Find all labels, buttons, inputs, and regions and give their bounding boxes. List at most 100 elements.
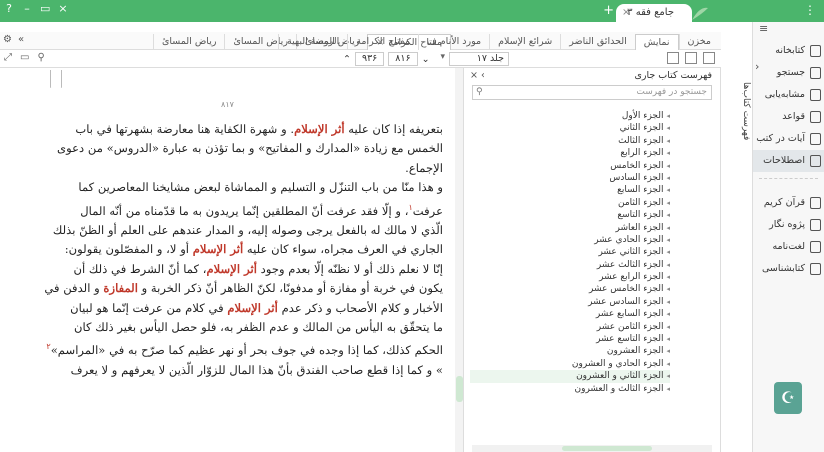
help-icon[interactable]: ?: [4, 2, 14, 15]
catalog-item[interactable]: ◂الجزء الرابع عشر: [470, 271, 670, 283]
expand-triangle-icon[interactable]: ◂: [666, 174, 670, 182]
sidebar-tool-item[interactable]: کتابشناسی: [753, 258, 824, 280]
catalog-item[interactable]: ◂الجزء الخامس: [470, 160, 670, 172]
volume-select[interactable]: جلد ۱۷: [449, 52, 509, 66]
double-chevron-icon[interactable]: «: [18, 34, 24, 45]
catalog-item[interactable]: ◂الجزء الثالث: [470, 135, 670, 147]
expand-triangle-icon[interactable]: ◂: [666, 186, 670, 194]
scroll-thumb[interactable]: [562, 446, 652, 451]
catalog-item[interactable]: ◂الجزء الخامس عشر: [470, 283, 670, 295]
hamburger-icon[interactable]: ≡: [753, 22, 824, 40]
catalog-item[interactable]: ◂الجزء العاشر: [470, 222, 670, 234]
expand-icon[interactable]: ⤢: [4, 52, 12, 63]
expand-triangle-icon[interactable]: ◂: [666, 335, 670, 343]
catalog-item[interactable]: ◂الجزء السادس عشر: [470, 296, 670, 308]
sidebar-item[interactable]: مشابه‌یابی: [753, 84, 824, 106]
sidebar-item-icon: [810, 155, 821, 167]
expand-triangle-icon[interactable]: ◂: [666, 347, 670, 355]
expand-triangle-icon[interactable]: ◂: [666, 372, 670, 380]
catalog-item[interactable]: ◂الجزء الثاني عشر: [470, 246, 670, 258]
sidebar-item[interactable]: کتابخانه: [753, 40, 824, 62]
expand-triangle-icon[interactable]: ◂: [666, 261, 670, 269]
scroll-thumb[interactable]: [456, 376, 463, 402]
tab-panel[interactable]: مخزن: [678, 34, 719, 50]
sidebar-item[interactable]: آیات در کتب: [753, 128, 824, 150]
catalog-item[interactable]: ◂الجزء السابع: [470, 184, 670, 196]
page-up-icon[interactable]: ⌃: [343, 54, 351, 65]
window-tab[interactable]: جامع فقه ۳ ×: [616, 4, 708, 22]
expand-triangle-icon[interactable]: ◂: [666, 224, 670, 232]
catalog-item[interactable]: ◂الجزء الرابع: [470, 147, 670, 159]
catalog-item[interactable]: ◂الجزء الثامن عشر: [470, 321, 670, 333]
expand-triangle-icon[interactable]: ◂: [666, 149, 670, 157]
expand-triangle-icon[interactable]: ◂: [666, 124, 670, 132]
expand-triangle-icon[interactable]: ◂: [666, 112, 670, 120]
expand-triangle-icon[interactable]: ◂: [666, 285, 670, 293]
list-view-icon[interactable]: [703, 52, 715, 64]
catalog-item[interactable]: ◂الجزء الثاني: [470, 122, 670, 134]
tab-panel[interactable]: مفتاح الكرامة: [347, 34, 418, 50]
tab-panel[interactable]: الحدائق الناضر: [560, 34, 634, 50]
catalog-item[interactable]: ◂الجزء التاسع: [470, 209, 670, 221]
sidebar-item[interactable]: جستجو: [753, 62, 824, 84]
split-view-icon[interactable]: [667, 52, 679, 64]
expand-triangle-icon[interactable]: ◂: [666, 211, 670, 219]
document-scrollbar[interactable]: [455, 68, 464, 452]
page-view-icon[interactable]: [685, 52, 697, 64]
minimize-button[interactable]: –: [22, 2, 32, 15]
volume-dropdown-icon[interactable]: ▾: [440, 52, 445, 62]
expand-triangle-icon[interactable]: ◂: [666, 162, 670, 170]
expand-triangle-icon[interactable]: ◂: [666, 385, 670, 393]
sidebar-item[interactable]: اصطلاحات: [753, 150, 824, 172]
text-segment: و الدفن في: [44, 281, 104, 296]
expand-triangle-icon[interactable]: ◂: [666, 199, 670, 207]
expand-triangle-icon[interactable]: ◂: [666, 360, 670, 368]
catalog-hscrollbar[interactable]: [472, 445, 712, 452]
catalog-item[interactable]: ◂الجزء الثامن: [470, 197, 670, 209]
page-down-icon[interactable]: ⌄: [422, 54, 430, 65]
close-panel-icon[interactable]: × ‹: [470, 68, 485, 84]
sidebar-tool-item[interactable]: لغت‌نامه: [753, 236, 824, 258]
expand-triangle-icon[interactable]: ◂: [666, 236, 670, 244]
tab-document[interactable]: رياض المسائ: [152, 34, 224, 50]
sidebar-item[interactable]: قواعد: [753, 106, 824, 128]
catalog-item[interactable]: ◂الجزء السادس: [470, 172, 670, 184]
catalog-item[interactable]: ◂الجزء السابع عشر: [470, 308, 670, 320]
search-icon[interactable]: ⚲: [476, 86, 483, 99]
catalog-vertical-tab[interactable]: فهرست کتاب‌ها: [731, 76, 751, 146]
bookmark-icon[interactable]: [50, 70, 62, 88]
expand-triangle-icon[interactable]: ◂: [666, 137, 670, 145]
restore-button[interactable]: ▭: [40, 2, 50, 15]
expand-triangle-icon[interactable]: ◂: [666, 323, 670, 331]
expand-triangle-icon[interactable]: ◂: [666, 298, 670, 306]
expand-triangle-icon[interactable]: ◂: [666, 310, 670, 318]
text-line: الأخبار و كلام الأصحاب و ذكر عدم أثر الإ…: [13, 299, 443, 318]
close-window-button[interactable]: ×: [58, 2, 68, 15]
sidebar-tool-label: قرآن کریم: [763, 197, 805, 208]
close-tab-icon[interactable]: ×: [622, 4, 630, 22]
catalog-search-input[interactable]: جستجو در فهرست ⚲: [472, 85, 712, 100]
tab-panel[interactable]: مورد الأنام ف: [417, 34, 489, 50]
tab-panel[interactable]: شرائع الإسلام: [489, 34, 560, 50]
catalog-item[interactable]: ◂الجزء التاسع عشر: [470, 333, 670, 345]
search-icon[interactable]: ⚲: [37, 52, 44, 63]
tab-panel[interactable]: الروضة البهية: [277, 34, 347, 50]
text-segment: الجاري في العرف مجراه، سواء كان عليه: [243, 242, 443, 257]
catalog-item[interactable]: ◂الجزء الثاني و العشرون: [470, 370, 670, 383]
new-tab-button[interactable]: +: [603, 3, 614, 18]
page-input[interactable]: ۹۳۶: [354, 52, 385, 66]
catalog-item[interactable]: ◂الجزء الثالث عشر: [470, 259, 670, 271]
settings-gear-icon[interactable]: ⚙: [3, 34, 12, 45]
expand-triangle-icon[interactable]: ◂: [666, 248, 670, 256]
sidebar-tool-item[interactable]: پژوه نگار: [753, 214, 824, 236]
catalog-item[interactable]: ◂الجزء العشرون: [470, 345, 670, 357]
tab-panel[interactable]: نمایش: [634, 34, 679, 50]
expand-triangle-icon[interactable]: ◂: [666, 273, 670, 281]
catalog-item[interactable]: ◂الجزء الحادي عشر: [470, 234, 670, 246]
sidebar-tool-item[interactable]: قرآن کریم: [753, 192, 824, 214]
catalog-item[interactable]: ◂الجزء الثالث و العشرون: [470, 383, 670, 395]
layout-icon[interactable]: ▭: [20, 52, 29, 63]
catalog-item[interactable]: ◂الجزء الحادي و العشرون: [470, 358, 670, 370]
menu-dots-icon[interactable]: ⋮: [804, 3, 816, 17]
catalog-item[interactable]: ◂الجزء الأول: [470, 110, 670, 122]
